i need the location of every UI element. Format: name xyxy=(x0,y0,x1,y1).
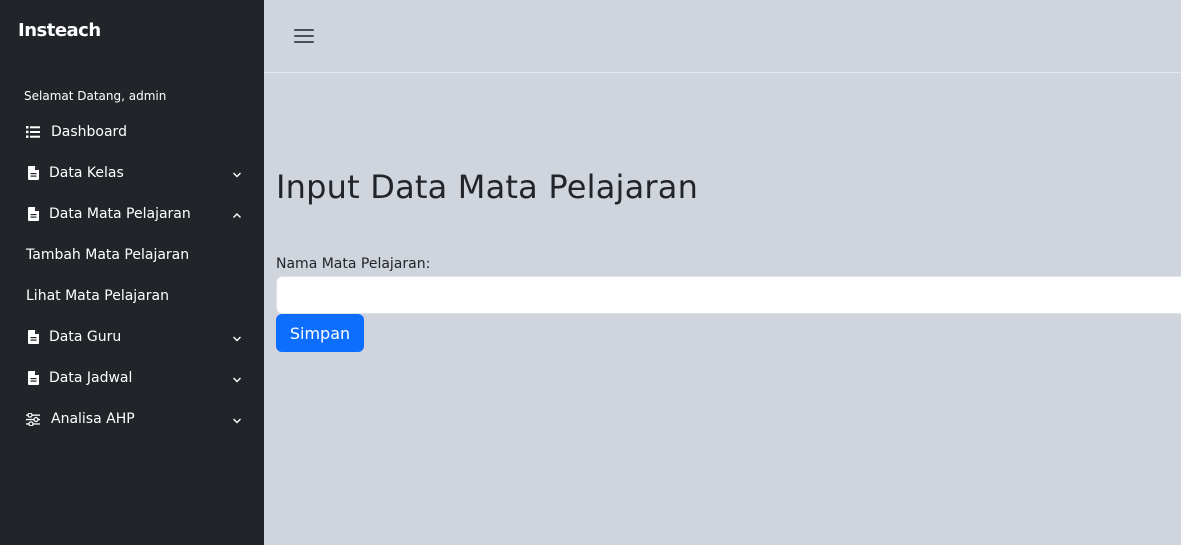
submenu-item-lihat-mata-pelajaran[interactable]: Lihat Mata Pelajaran xyxy=(0,281,264,311)
sidebar-item-label: Data Kelas xyxy=(49,165,124,181)
sidebar-item-label: Data Mata Pelajaran xyxy=(49,206,191,222)
sidebar-item-label: Data Jadwal xyxy=(49,370,133,386)
chevron-down-icon xyxy=(233,336,241,342)
sliders-icon xyxy=(26,412,40,426)
chevron-up-icon xyxy=(233,213,241,218)
submenu-item-label: Tambah Mata Pelajaran xyxy=(26,247,190,263)
document-icon xyxy=(26,330,40,344)
sidebar-item-label: Analisa AHP xyxy=(51,411,135,427)
chevron-down-icon xyxy=(233,418,241,424)
list-icon xyxy=(26,125,40,139)
sidebar-item-dashboard[interactable]: Dashboard xyxy=(0,117,264,147)
sidebar-item-data-guru[interactable]: Data Guru xyxy=(0,322,264,352)
brand-logo[interactable]: Insteach xyxy=(18,20,101,41)
hamburger-icon[interactable] xyxy=(294,26,316,46)
sidebar-item-data-mata-pelajaran[interactable]: Data Mata Pelajaran xyxy=(0,199,264,229)
submenu-item-label: Lihat Mata Pelajaran xyxy=(26,288,169,304)
sidebar-item-data-jadwal[interactable]: Data Jadwal xyxy=(0,363,264,393)
chevron-down-icon xyxy=(233,377,241,383)
sidebar: Insteach Selamat Datang, admin Dashboard… xyxy=(0,0,264,545)
page-title: Input Data Mata Pelajaran xyxy=(276,168,699,206)
save-button[interactable]: Simpan xyxy=(276,314,364,352)
sidebar-item-label: Data Guru xyxy=(49,329,122,345)
document-icon xyxy=(26,371,40,385)
document-icon xyxy=(26,166,40,180)
sidebar-item-analisa-ahp[interactable]: Analisa AHP xyxy=(0,404,264,434)
submenu-item-tambah-mata-pelajaran[interactable]: Tambah Mata Pelajaran xyxy=(0,240,264,270)
welcome-text: Selamat Datang, admin xyxy=(24,89,167,103)
topbar xyxy=(264,0,1181,73)
sidebar-item-data-kelas[interactable]: Data Kelas xyxy=(0,158,264,188)
sidebar-item-label: Dashboard xyxy=(51,124,127,140)
field-label: Nama Mata Pelajaran: xyxy=(276,256,431,272)
nama-mata-pelajaran-input[interactable] xyxy=(276,276,1181,314)
document-icon xyxy=(26,207,40,221)
chevron-down-icon xyxy=(233,172,241,178)
